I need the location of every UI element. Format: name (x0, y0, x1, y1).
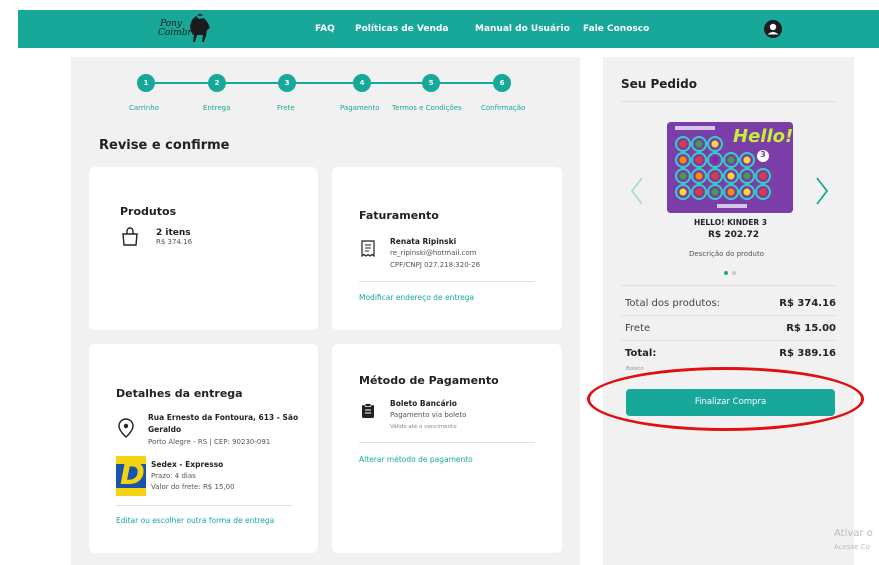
step-3-circle[interactable]: 3 (278, 74, 296, 92)
receipt-icon (362, 403, 374, 418)
carrier-cost: Valor do frete: R$ 15,00 (151, 483, 235, 491)
product-price: R$ 202.72 (708, 230, 760, 240)
user-avatar-icon[interactable] (764, 20, 782, 38)
change-payment-link[interactable]: Alterar método de pagamento (359, 455, 473, 464)
carousel-prev-icon[interactable] (629, 176, 645, 206)
step-3-label: Frete (277, 104, 295, 112)
summary-shipping-value: R$ 15.00 (786, 323, 836, 334)
step-6-label: Confirmação (481, 104, 526, 112)
delivery-title: Detalhes da entrega (116, 387, 243, 400)
summary-divider-1 (621, 315, 836, 316)
address-line3: Porto Alegre - RS | CEP: 90230-091 (148, 438, 271, 446)
order-title: Seu Pedido (621, 77, 697, 91)
payment-method: Boleto Bancário (390, 399, 457, 408)
step-1-circle[interactable]: 1 (137, 74, 155, 92)
products-count: 2 itens (156, 228, 191, 238)
address-line2: Geraldo (148, 425, 182, 434)
modify-address-link[interactable]: Modificar endereço de entrega (359, 293, 474, 302)
payment-divider (359, 442, 535, 443)
step-1-label: Carrinho (129, 104, 159, 112)
step-2-circle[interactable]: 2 (208, 74, 226, 92)
billing-name: Renata Ripinski (390, 237, 457, 246)
carousel-dot-2[interactable] (732, 271, 736, 275)
stepper-line (146, 82, 502, 84)
summary-divider-top (621, 285, 836, 286)
nav-faq[interactable]: FAQ (315, 10, 335, 48)
product-description: Descrição do produto (689, 250, 764, 258)
step-4-label: Pagamento (340, 104, 380, 112)
brand-logo[interactable]: Pony Coimbra (138, 12, 218, 46)
activation-watermark-line2: Acesse Co (834, 543, 870, 551)
summary-products-label: Total dos produtos: (625, 298, 721, 309)
payment-title: Método de Pagamento (359, 374, 499, 387)
step-6-circle[interactable]: 6 (493, 74, 511, 92)
horse-rider-icon (190, 14, 210, 42)
product-box-brand: Hello! (733, 126, 793, 147)
carousel-next-icon[interactable] (814, 176, 830, 206)
billing-doc: CPF/CNPJ 027.218.320-26 (390, 261, 481, 269)
location-pin-icon (118, 418, 134, 438)
step-5-circle[interactable]: 5 (422, 74, 440, 92)
step-4-circle[interactable]: 4 (353, 74, 371, 92)
summary-total-value: R$ 389.16 (779, 348, 836, 359)
product-box-number: 3 (760, 150, 766, 159)
document-icon (361, 240, 375, 258)
product-image[interactable]: Hello! 3 (667, 122, 793, 213)
nav-fale-conosco[interactable]: Fale Conosco (583, 10, 649, 48)
payment-note: Válido até o vencimento (390, 424, 457, 430)
payment-desc: Pagamento via boleto (390, 411, 467, 419)
nav-manual-usuario[interactable]: Manual do Usuário (475, 10, 570, 48)
payment-hint: Boleto (626, 366, 644, 372)
summary-total-label: Total: (625, 348, 657, 359)
products-price: R$ 374.16 (156, 238, 193, 246)
delivery-divider (116, 505, 292, 506)
highlight-annotation-oval (587, 367, 864, 431)
carrier-logo-letter: D (120, 457, 145, 492)
products-card (89, 167, 318, 330)
carousel-dot-1[interactable] (724, 271, 728, 275)
summary-shipping-label: Frete (625, 323, 651, 334)
carrier-logo: D (116, 456, 146, 496)
shopping-bag-icon (122, 227, 138, 246)
activation-watermark-line1: Ativar o (834, 528, 873, 539)
carrier-term: Prazo: 4 dias (151, 472, 196, 480)
billing-title: Faturamento (359, 209, 439, 222)
nav-politicas-venda[interactable]: Políticas de Venda (355, 10, 448, 48)
order-title-divider (621, 101, 836, 102)
page-title: Revise e confirme (99, 138, 230, 153)
billing-email: re_ripinski@hotmail.com (390, 249, 477, 257)
products-title: Produtos (120, 205, 177, 218)
step-2-label: Entrega (203, 104, 231, 112)
summary-divider-2 (621, 340, 836, 341)
address-line1: Rua Ernesto da Fontoura, 613 - São (148, 413, 299, 422)
top-navbar: Pony Coimbra FAQ Políticas de Venda Manu… (18, 10, 879, 48)
billing-divider (359, 281, 535, 282)
edit-delivery-link[interactable]: Editar ou escolher outra forma de entreg… (116, 516, 274, 525)
summary-products-value: R$ 374.16 (779, 298, 836, 309)
step-5-label: Termos e Condições (392, 104, 462, 112)
carrier-name: Sedex - Expresso (151, 460, 224, 469)
product-name: HELLO! KINDER 3 (694, 218, 767, 227)
